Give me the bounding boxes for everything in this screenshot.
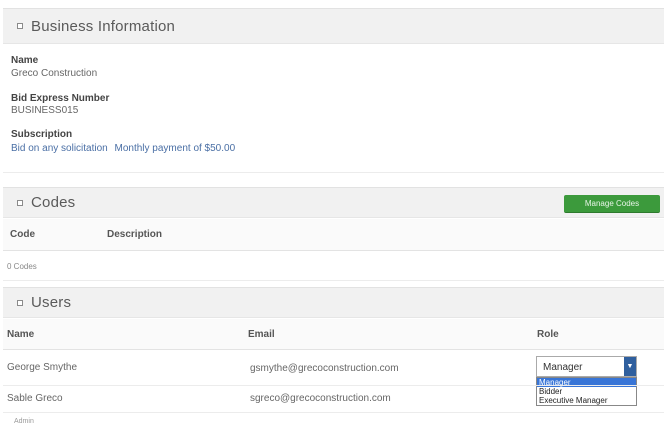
user-row-name: Sable Greco <box>7 393 63 404</box>
codes-title: Codes <box>31 194 76 211</box>
user-row-email: gsmythe@grecoconstruction.com <box>250 363 399 374</box>
divider <box>3 412 664 413</box>
users-header: Users <box>3 287 664 318</box>
collapse-bullet-icon[interactable] <box>17 299 23 306</box>
users-col-name: Name <box>7 329 35 340</box>
footer-text: Admin <box>14 418 34 425</box>
business-info-header: Business Information <box>3 8 664 44</box>
users-title: Users <box>31 294 72 311</box>
role-dropdown-list: Manager Bidder Executive Manager <box>536 377 637 406</box>
role-option-executive-manager[interactable]: Executive Manager <box>537 396 636 405</box>
collapse-bullet-icon[interactable] <box>17 199 23 206</box>
codes-table-header: Code Description <box>3 219 664 251</box>
bid-express-label: Bid Express Number <box>11 93 110 104</box>
name-value: Greco Construction <box>11 68 98 79</box>
collapse-bullet-icon[interactable] <box>17 23 23 29</box>
user-row-name: George Smythe <box>7 362 78 373</box>
chevron-down-icon[interactable]: ▼ <box>624 357 636 376</box>
bid-express-value: BUSINESS015 <box>11 105 79 116</box>
users-col-role: Role <box>537 329 559 340</box>
business-info-title: Business Information <box>31 17 176 35</box>
users-col-email: Email <box>248 329 275 340</box>
codes-col-description: Description <box>107 229 163 240</box>
codes-empty-text: 0 Codes <box>7 262 37 271</box>
divider <box>3 172 664 173</box>
subscription-label: Subscription <box>11 129 73 140</box>
codes-col-code: Code <box>10 229 35 240</box>
role-select[interactable]: Manager ▼ <box>536 356 637 377</box>
user-row-email: sgreco@grecoconstruction.com <box>250 393 391 404</box>
name-label: Name <box>11 55 39 66</box>
role-option-bidder[interactable]: Bidder <box>537 387 636 396</box>
subscription-payment-link[interactable]: Monthly payment of $50.00 <box>115 143 236 154</box>
manage-codes-button[interactable]: Manage Codes <box>564 195 660 213</box>
subscription-value: Bid on any solicitation Monthly payment … <box>11 143 235 154</box>
subscription-solicitation-link[interactable]: Bid on any solicitation <box>11 143 108 154</box>
role-select-value: Manager <box>543 362 583 373</box>
users-table-header: Name Email Role <box>3 319 664 350</box>
divider <box>3 280 664 281</box>
divider <box>3 385 664 386</box>
